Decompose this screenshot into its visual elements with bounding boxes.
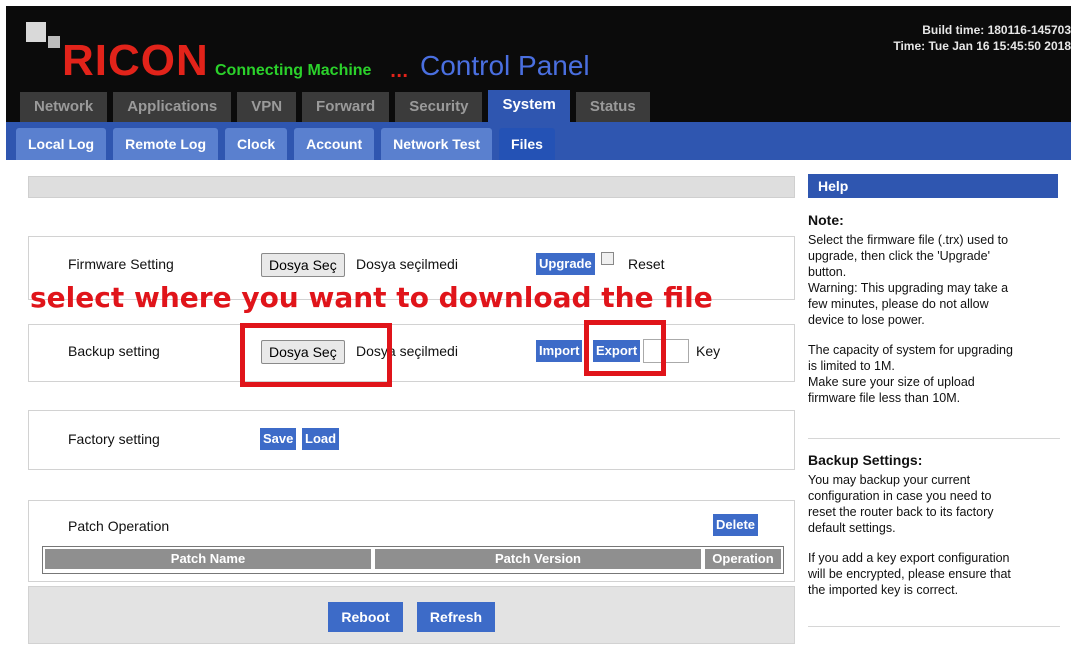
reboot-button[interactable]: Reboot [328,602,403,632]
build-info: Build time: 180116-145703 Time: Tue Jan … [893,22,1071,54]
help-note-line: The capacity of system for upgrading [808,343,1013,357]
delete-button[interactable]: Delete [713,514,759,536]
tab-security[interactable]: Security [395,92,483,122]
tab-status[interactable]: Status [575,92,650,122]
firmware-label: Firmware Setting [68,256,174,272]
header: RICON Connecting Machine ... Control Pan… [6,6,1071,122]
tab-system[interactable]: System [488,90,570,122]
import-button[interactable]: Import [536,340,583,362]
help-backup-line: You may backup your current [808,473,971,487]
footer-bar [28,586,795,644]
subtab-account[interactable]: Account [294,128,375,160]
help-note-line: Make sure your size of upload [808,375,975,389]
column-patch-name: Patch Name [45,549,371,569]
logo-mark-icon [26,22,66,56]
tab-network[interactable]: Network [20,92,108,122]
backup-label: Backup setting [68,343,160,359]
column-operation: Operation [705,549,781,569]
firmware-file-status: Dosya seçilmedi [356,256,458,272]
key-label: Key [696,343,721,359]
main-tabs: Network Applications VPN Forward Securit… [20,90,656,122]
help-note-line: upgrade, then click the 'Upgrade' [808,249,990,263]
help-note-line: firmware file less than 10M. [808,391,961,405]
subtab-remote-log[interactable]: Remote Log [113,128,219,160]
tab-applications[interactable]: Applications [113,92,232,122]
sub-navigation: Local Log Remote Log Clock Account Netwo… [6,122,1071,160]
page-frame: RICON Connecting Machine ... Control Pan… [6,6,1071,656]
help-backup: Backup Settings: You may backup your cur… [808,452,1060,598]
help-divider-bottom [808,626,1060,627]
help-note-line: Warning: This upgrading may take a [808,281,1009,295]
logo-dots: ... [390,62,409,81]
help-backup-line: will be encrypted, please ensure that [808,567,1011,581]
help-backup-line: reset the router back to its factory [808,505,994,519]
help-heading: Help [808,174,1058,198]
factory-label: Factory setting [68,431,160,447]
annotation-box-file [240,323,392,387]
tab-vpn[interactable]: VPN [237,92,297,122]
patch-label: Patch Operation [68,518,170,534]
reset-checkbox[interactable] [601,252,614,265]
help-note: Note: Select the firmware file (.trx) us… [808,212,1060,406]
refresh-button[interactable]: Refresh [417,602,495,632]
upgrade-button[interactable]: Upgrade [536,253,595,275]
subtab-local-log[interactable]: Local Log [16,128,107,160]
annotation-text: select where you want to download the fi… [30,281,713,314]
save-button[interactable]: Save [260,428,297,450]
progress-bar [28,176,795,198]
column-patch-version: Patch Version [375,549,701,569]
help-note-line: device to lose power. [808,313,925,327]
help-note-line [808,328,1060,342]
help-backup-line: default settings. [808,521,896,535]
page-title: Control Panel [420,50,590,81]
help-backup-line: If you add a key export configuration [808,551,1010,565]
help-backup-heading: Backup Settings: [808,452,923,468]
tab-forward[interactable]: Forward [302,92,390,122]
help-backup-line: configuration in case you need to [808,489,992,503]
help-note-heading: Note: [808,212,844,228]
help-backup-line: the imported key is correct. [808,583,959,597]
logo-tagline: Connecting Machine [215,62,372,79]
current-time: Time: Tue Jan 16 15:45:50 2018 [893,39,1071,53]
build-time: Build time: 180116-145703 [922,23,1071,37]
help-note-line: is limited to 1M. [808,359,895,373]
logo: RICON [62,36,209,85]
firmware-file-button[interactable]: Dosya Seç [261,253,345,277]
help-note-line: few minutes, please do not allow [808,297,989,311]
subtab-files[interactable]: Files [499,128,555,160]
annotation-box-export [584,320,666,376]
subtab-network-test[interactable]: Network Test [381,128,493,160]
reset-label: Reset [628,256,665,272]
help-backup-line [808,536,1060,550]
help-note-line: Select the firmware file (.trx) used to [808,233,1009,247]
help-divider [808,438,1060,439]
load-button[interactable]: Load [302,428,340,450]
patch-table: Patch Name Patch Version Operation [42,546,784,574]
subtab-clock[interactable]: Clock [225,128,288,160]
help-note-line: button. [808,265,847,279]
